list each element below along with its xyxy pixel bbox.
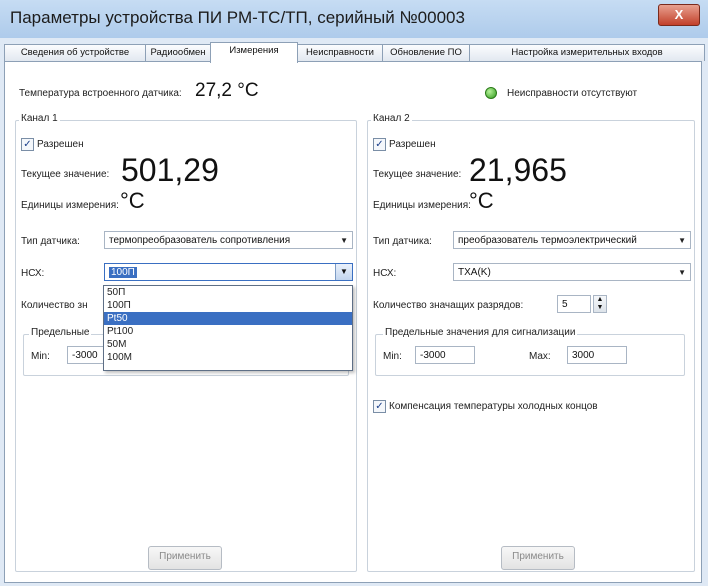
- channel1-units-value: °С: [120, 188, 145, 213]
- tab-bar: Сведения об устройстве Радиообмен Измере…: [4, 42, 705, 63]
- channel2-max-label: Max:: [529, 351, 551, 362]
- internal-temp-label: Температура встроенного датчика:: [19, 88, 182, 99]
- dropdown-option[interactable]: Pt100: [104, 325, 352, 338]
- channel1-units-label: Единицы измерения:: [21, 200, 119, 211]
- channel1-current-value: 501,29: [121, 152, 219, 188]
- channel1-nsh-select[interactable]: 100П ▼: [104, 263, 353, 281]
- channel1-sensor-type-select[interactable]: термопреобразователь сопротивления ▼: [104, 231, 353, 249]
- channel1-sensor-type-label: Тип датчика:: [21, 236, 80, 247]
- channel1-min-label: Min:: [31, 351, 50, 362]
- chevron-down-icon: ▼: [678, 268, 686, 277]
- channel2-sensor-type-label: Тип датчика:: [373, 236, 432, 247]
- tab-device-info[interactable]: Сведения об устройстве: [4, 44, 146, 61]
- channel2-nsh-select[interactable]: ТХА(K) ▼: [453, 263, 691, 281]
- channel2-current-label: Текущее значение:: [373, 169, 462, 180]
- channel2-min-input[interactable]: -3000: [415, 346, 475, 364]
- channel1-current-label: Текущее значение:: [21, 169, 110, 180]
- channel1-digits-label: Количество зн: [21, 300, 88, 311]
- channel2-apply-button[interactable]: Применить: [501, 546, 575, 570]
- channel2-sensor-type-value: преобразователь термоэлектрический: [458, 235, 637, 246]
- device-parameters-window: Параметры устройства ПИ РМ-ТС/ТП, серийн…: [0, 0, 708, 586]
- channel1-enabled-label: Разрешен: [37, 139, 84, 150]
- channel2-nsh-value: ТХА(K): [458, 267, 491, 278]
- chevron-down-icon: ▼: [340, 236, 348, 245]
- channel2-cold-junction-checkbox[interactable]: ✓: [373, 400, 386, 413]
- channel2-min-label: Min:: [383, 351, 402, 362]
- channel1-apply-button[interactable]: Применить: [148, 546, 222, 570]
- channel1-title: Канал 1: [19, 113, 60, 124]
- channel2-max-input[interactable]: 3000: [567, 346, 627, 364]
- channel2-digits-label: Количество значащих разрядов:: [373, 300, 524, 311]
- channel1-limits-title: Предельные: [29, 327, 92, 338]
- channel2-digits-spinner[interactable]: ▲ ▼: [593, 295, 607, 313]
- channel2-units-value: °С: [469, 188, 494, 213]
- dropdown-option[interactable]: 50П: [104, 286, 352, 299]
- channel2-sensor-type-select[interactable]: преобразователь термоэлектрический ▼: [453, 231, 691, 249]
- dropdown-option[interactable]: 100M: [104, 351, 352, 364]
- channel2-digits-input[interactable]: 5: [557, 295, 591, 313]
- channel1-sensor-type-value: термопреобразователь сопротивления: [109, 235, 291, 246]
- fault-status-text: Неисправности отсутствуют: [507, 88, 638, 99]
- dropdown-arrow-icon[interactable]: ▼: [335, 264, 352, 280]
- channel2-cold-junction-label: Компенсация температуры холодных концов: [389, 401, 598, 412]
- chevron-down-icon: ▼: [678, 236, 686, 245]
- nsh-dropdown-list: 50П 100П Pt50 Pt100 50M 100M: [103, 285, 353, 371]
- tab-radio-exchange[interactable]: Радиообмен: [145, 44, 211, 61]
- tab-faults[interactable]: Неисправности: [297, 44, 383, 61]
- channel2-current-value: 21,965: [469, 152, 567, 188]
- channel1-enabled-checkbox[interactable]: ✓: [21, 138, 34, 151]
- channel1-nsh-label: НСХ:: [21, 268, 45, 279]
- tab-firmware-update[interactable]: Обновление ПО: [382, 44, 470, 61]
- channel2-limits-title: Предельные значения для сигнализации: [383, 327, 578, 338]
- channel2-title: Канал 2: [371, 113, 412, 124]
- title-bar[interactable]: Параметры устройства ПИ РМ-ТС/ТП, серийн…: [0, 0, 708, 38]
- tab-input-settings[interactable]: Настройка измерительных входов: [469, 44, 705, 61]
- internal-temp-value: 27,2 °С: [195, 80, 259, 101]
- tab-measurements[interactable]: Измерения: [210, 42, 298, 63]
- channel2-enabled-checkbox[interactable]: ✓: [373, 138, 386, 151]
- dropdown-option-selected[interactable]: Pt50: [104, 312, 352, 325]
- channel1-nsh-value: 100П: [109, 267, 137, 278]
- dropdown-option[interactable]: 50M: [104, 338, 352, 351]
- window-title: Параметры устройства ПИ РМ-ТС/ТП, серийн…: [10, 8, 465, 27]
- channel2-enabled-label: Разрешен: [389, 139, 436, 150]
- channel2-units-label: Единицы измерения:: [373, 200, 471, 211]
- fault-status-led-icon: [485, 87, 497, 99]
- dropdown-option[interactable]: 100П: [104, 299, 352, 312]
- channel2-nsh-label: НСХ:: [373, 268, 397, 279]
- close-button[interactable]: X: [658, 4, 700, 26]
